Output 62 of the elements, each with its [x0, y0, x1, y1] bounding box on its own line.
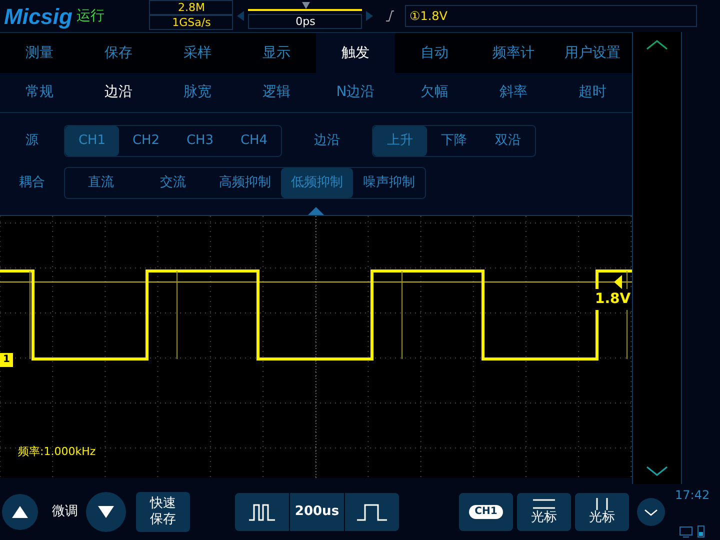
trigger-position-icon: [248, 0, 362, 14]
trigger-type-tab[interactable]: 超时: [553, 73, 632, 112]
frequency-readout: 频率:1.000kHz: [18, 444, 96, 460]
run-state: 运行: [76, 6, 104, 26]
menu-tab[interactable]: 频率计: [474, 33, 553, 73]
clock-time: 17:42: [675, 487, 710, 504]
memory-depth: 2.8M: [149, 0, 234, 15]
option-button[interactable]: 直流: [65, 168, 137, 198]
chevron-down-icon: [644, 508, 658, 516]
trigger-type-tab[interactable]: N边沿: [316, 73, 395, 112]
up-triangle-icon: [12, 506, 28, 518]
trigger-type-tab[interactable]: 常规: [0, 73, 79, 112]
source-label: 源: [24, 132, 40, 150]
edge-label: 边沿: [313, 132, 341, 150]
menu-tab[interactable]: 用户设置: [553, 33, 632, 73]
menu-tab[interactable]: 触发: [316, 33, 395, 73]
option-button[interactable]: 上升: [373, 126, 427, 156]
option-button[interactable]: CH3: [173, 126, 227, 156]
trigger-level-label: 1.8V: [594, 289, 632, 310]
timebase-value: 200us: [289, 493, 345, 531]
option-button[interactable]: CH2: [119, 126, 173, 156]
coupling-label: 耦合: [18, 174, 46, 192]
horizontal-lines-icon: [533, 498, 555, 510]
option-button[interactable]: 高频抑制: [209, 168, 281, 198]
collapse-triangle-icon: [308, 207, 324, 215]
sample-rate: 1GSa/s: [149, 15, 234, 30]
time-offset: 0ps: [248, 14, 362, 29]
option-button[interactable]: 噪声抑制: [353, 168, 425, 198]
option-button[interactable]: 双沿: [481, 126, 535, 156]
option-button[interactable]: CH1: [65, 126, 119, 156]
trigger-type-tab[interactable]: 逻辑: [237, 73, 316, 112]
option-button[interactable]: 交流: [137, 168, 209, 198]
option-button[interactable]: 低频抑制: [281, 168, 353, 198]
expand-button[interactable]: [637, 498, 665, 526]
option-button[interactable]: CH4: [227, 126, 281, 156]
battery-icon: [697, 524, 706, 538]
channel-marker: 1: [0, 353, 13, 367]
trigger-type-tab[interactable]: 脉宽: [158, 73, 237, 112]
trigger-type-tab[interactable]: 斜率: [474, 73, 553, 112]
fine-adjust-label: 微调: [52, 503, 78, 522]
menu-tab[interactable]: 采样: [158, 33, 237, 73]
down-triangle-icon: [98, 506, 114, 518]
menu-tab[interactable]: 测量: [0, 33, 79, 73]
logo: Micsig: [4, 2, 72, 31]
trigger-type-tab[interactable]: 边沿: [79, 73, 158, 112]
rising-edge-icon: [385, 10, 396, 22]
cursor-button[interactable]: 光标: [575, 493, 629, 531]
chevron-up-icon: [646, 40, 668, 50]
trigger-readout: ①1.8V: [405, 5, 698, 27]
trigger-type-tab[interactable]: 欠幅: [395, 73, 474, 112]
chevron-down-icon: [646, 466, 668, 476]
up-button[interactable]: [2, 494, 38, 530]
menu-tab[interactable]: 显示: [237, 33, 316, 73]
quick-save-button[interactable]: 快速 保存: [136, 492, 190, 532]
down-button[interactable]: [86, 492, 126, 532]
option-button[interactable]: 下降: [427, 126, 481, 156]
channel-button[interactable]: CH1: [459, 493, 513, 531]
trigger-level-arrow-icon: [614, 275, 622, 289]
menu-tab[interactable]: 自动: [395, 33, 474, 73]
menu-tab[interactable]: 保存: [79, 33, 158, 73]
cursor-button[interactable]: 光标: [517, 493, 571, 531]
monitor-icon: [679, 526, 694, 538]
